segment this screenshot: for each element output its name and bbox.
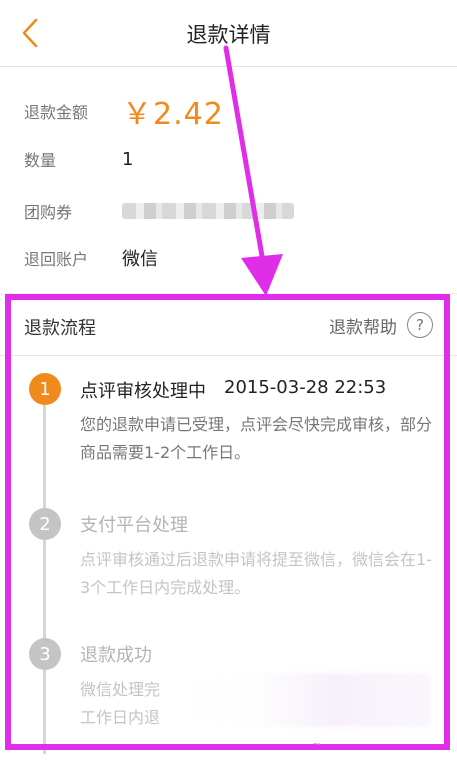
watermark-icon: ~ xyxy=(312,737,322,750)
annotation-arrow-icon xyxy=(223,45,283,296)
